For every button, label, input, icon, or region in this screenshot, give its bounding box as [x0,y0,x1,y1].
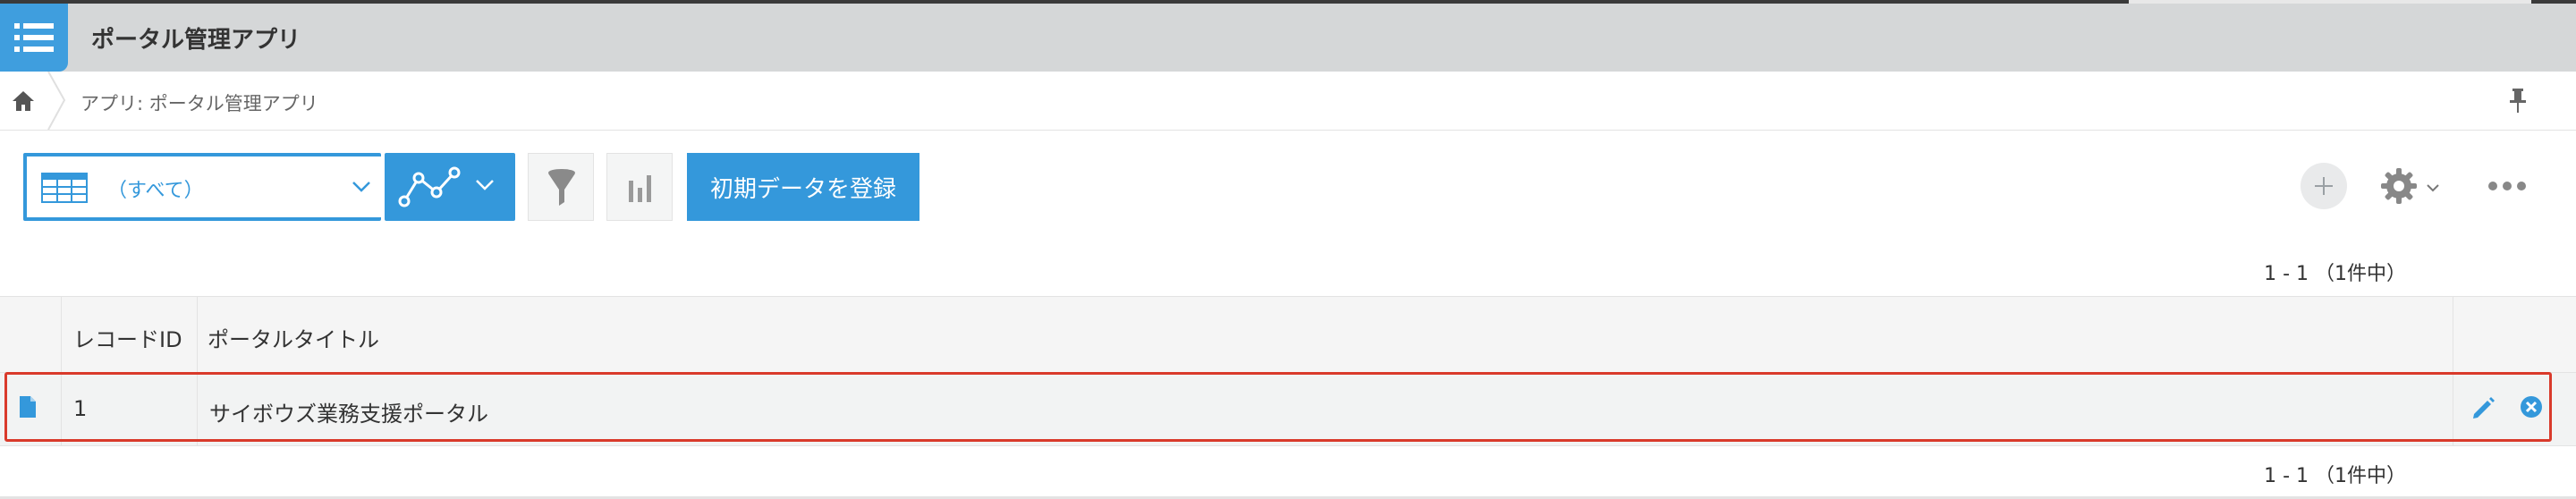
graph-menu-button[interactable] [385,153,515,221]
register-initial-data-button[interactable]: 初期データを登録 [687,153,919,221]
gear-icon [2379,166,2419,209]
chevron-down-icon [474,178,496,196]
list-icon[interactable] [0,4,68,72]
bar-chart-icon [627,173,654,206]
plus-icon [2313,175,2334,200]
view-select-field[interactable]: （すべて） [27,156,385,217]
pagination-bottom: 1 - 1 （1件中） [2264,465,2406,487]
chart-button[interactable] [606,153,673,221]
funnel-icon [547,168,577,211]
column-header-portal-title[interactable]: ポータルタイトル [208,322,379,353]
pin-icon[interactable] [2506,86,2529,114]
home-icon[interactable] [11,89,36,113]
column-divider [197,297,198,374]
column-header-record-id[interactable]: レコードID [73,322,182,353]
chevron-down-icon [351,180,372,198]
column-divider [61,297,62,374]
row-highlight-outline [4,372,2552,442]
view-select-label: （すべて） [107,180,204,202]
more-options-button[interactable] [2487,175,2528,197]
filter-button[interactable] [528,153,594,221]
view-select[interactable]: （すべて） [23,153,385,221]
app-header: ポータル管理アプリ [0,4,2576,72]
pagination-top: 1 - 1 （1件中） [2264,263,2406,285]
add-record-button[interactable] [2301,163,2347,209]
settings-button[interactable] [2379,166,2451,206]
chevron-down-icon [2426,181,2440,198]
app-title: ポータル管理アプリ [91,27,301,54]
breadcrumb-separator [47,71,68,131]
ellipsis-icon [2487,182,2528,200]
breadcrumb[interactable]: アプリ: ポータル管理アプリ [80,89,318,116]
table-icon [41,173,88,207]
table-header-row: レコードID ポータルタイトル [0,296,2576,374]
breadcrumb-bar: アプリ: ポータル管理アプリ [0,71,2576,131]
line-chart-icon [397,165,462,212]
